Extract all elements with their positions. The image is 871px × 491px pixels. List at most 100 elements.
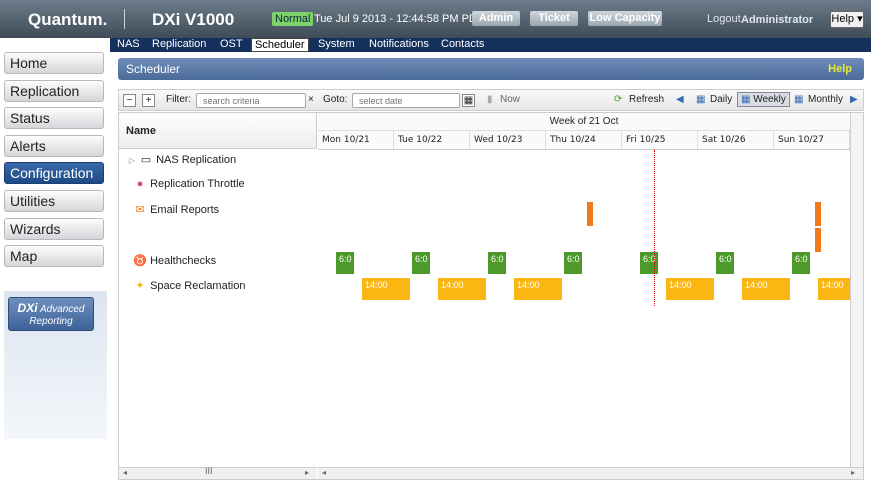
scroll-right-icon[interactable]: ▸	[305, 468, 309, 477]
sidebar-item-home[interactable]: Home	[4, 52, 104, 74]
expand-all-icon[interactable]: +	[142, 94, 155, 107]
help-menu[interactable]: Help ▾	[830, 11, 864, 28]
daily-icon: ▦	[696, 94, 706, 105]
day-header-tue: Tue 10/22	[394, 131, 470, 149]
clear-filter-icon[interactable]: ×	[308, 94, 314, 105]
reclamation-event[interactable]: 14:00	[438, 278, 486, 300]
weekly-icon: ▦	[741, 94, 754, 105]
name-column-header: Name	[119, 113, 317, 149]
sidebar-item-configuration[interactable]: Configuration	[4, 162, 104, 184]
day-header-sat: Sat 10/26	[698, 131, 774, 149]
reclamation-event[interactable]: 14:00	[818, 278, 850, 300]
system-datetime: Tue Jul 9 2013 - 12:44:58 PM PDT	[314, 13, 484, 25]
admin-button[interactable]: Admin	[472, 11, 520, 26]
vertical-scrollbar[interactable]	[850, 113, 863, 467]
dxi-advanced-reporting-button[interactable]: DXi Advanced Reporting	[8, 297, 94, 331]
sidebar-item-wizards[interactable]: Wizards	[4, 218, 104, 240]
folder-icon: ▭	[140, 154, 152, 166]
page-title: Scheduler	[126, 62, 181, 76]
ticket-button[interactable]: Ticket	[530, 11, 578, 26]
scroll-left-icon[interactable]: ◂	[322, 468, 326, 477]
healthcheck-event[interactable]: 6:0	[336, 252, 354, 274]
divider	[124, 9, 125, 29]
throttle-icon: ●	[136, 178, 144, 190]
reclamation-event[interactable]: 14:00	[666, 278, 714, 300]
content-header: Scheduler Help	[118, 58, 864, 80]
filter-input[interactable]	[196, 93, 306, 108]
help-link[interactable]: Help	[828, 63, 852, 75]
sidebar-item-alerts[interactable]: Alerts	[4, 135, 104, 157]
scroll-left-icon[interactable]: ◂	[123, 468, 127, 477]
healthcheck-event[interactable]: 6:0	[792, 252, 810, 274]
next-icon[interactable]: ▶	[850, 94, 858, 105]
reclamation-event[interactable]: 14:00	[742, 278, 790, 300]
email-report-event[interactable]	[587, 202, 593, 226]
logout-link[interactable]: Logout	[707, 13, 741, 25]
tree-row-space-reclamation[interactable]: ✦ Space Reclamation	[133, 279, 245, 295]
quantum-logo: Quantum.	[28, 10, 108, 29]
day-header-fri: Fri 10/25	[622, 131, 698, 149]
monthly-button[interactable]: Monthly	[808, 94, 843, 105]
row-label: Healthchecks	[150, 255, 217, 267]
day-header-thu: Thu 10/24	[546, 131, 622, 149]
top-banner: Quantum. DXi V1000 Normal Tue Jul 9 2013…	[0, 0, 871, 38]
daily-button[interactable]: Daily	[710, 94, 732, 105]
healthcheck-event[interactable]: 6:0	[488, 252, 506, 274]
email-report-event[interactable]	[815, 228, 821, 252]
product-name: DXi V1000	[152, 10, 235, 29]
name-column-scrollbar[interactable]: ◂ III ▸	[119, 466, 317, 479]
healthcheck-event[interactable]: 6:0	[716, 252, 734, 274]
scroll-right-icon[interactable]: ▸	[851, 468, 855, 477]
reporting-label-2: Reporting	[29, 316, 73, 327]
tree-row-email-reports[interactable]: ✉ Email Reports	[133, 203, 219, 219]
schedule-scrollbar[interactable]: ◂ ▸	[318, 467, 863, 479]
reporting-panel: DXi Advanced Reporting	[4, 291, 107, 439]
row-label: Replication Throttle	[150, 178, 245, 190]
tab-ost[interactable]: OST	[220, 38, 243, 52]
tab-contacts[interactable]: Contacts	[441, 38, 484, 52]
tree-row-replication-throttle[interactable]: ● Replication Throttle	[133, 178, 245, 194]
scheduler-grid: Name Week of 21 Oct Mon 10/21 Tue 10/22 …	[118, 112, 864, 480]
schedule-area[interactable]: 6:0 6:0 6:0 6:0 6:0 6:0 6:0 14:00 14:00 …	[318, 149, 850, 467]
goto-label: Goto:	[323, 94, 348, 105]
now-icon: ▮	[487, 94, 493, 105]
scroll-grip-icon[interactable]: III	[205, 466, 213, 476]
tab-replication[interactable]: Replication	[152, 38, 206, 52]
healthcheck-event[interactable]: 6:0	[412, 252, 430, 274]
goto-date-input[interactable]	[352, 93, 460, 108]
low-capacity-button[interactable]: Low Capacity	[588, 11, 662, 26]
weekly-label: Weekly	[753, 94, 786, 105]
reclamation-event[interactable]: 14:00	[514, 278, 562, 300]
now-button[interactable]: Now	[500, 94, 520, 105]
calendar-icon[interactable]: ▦	[462, 94, 475, 107]
refresh-button[interactable]: Refresh	[629, 94, 664, 105]
tab-nas[interactable]: NAS	[117, 38, 140, 52]
weekly-button[interactable]: ▦ Weekly	[737, 92, 790, 107]
previous-icon[interactable]: ◀	[676, 94, 684, 105]
day-header-wed: Wed 10/23	[470, 131, 546, 149]
reclamation-event[interactable]: 14:00	[362, 278, 410, 300]
tab-system[interactable]: System	[318, 38, 355, 52]
sidebar-item-utilities[interactable]: Utilities	[4, 190, 104, 212]
filter-label: Filter:	[166, 94, 191, 105]
broom-icon: ✦	[135, 280, 145, 292]
tab-scheduler[interactable]: Scheduler	[251, 38, 309, 52]
email-report-event[interactable]	[815, 202, 821, 226]
sidebar-item-status[interactable]: Status	[4, 107, 104, 129]
collapse-all-icon[interactable]: −	[123, 94, 136, 107]
expand-arrow-icon[interactable]: ▷	[125, 156, 139, 165]
stethoscope-icon: ♉	[133, 255, 147, 267]
tree-row-nas-replication[interactable]: ▷ ▭ NAS Replication	[125, 153, 236, 169]
healthcheck-event[interactable]: 6:0	[564, 252, 582, 274]
monthly-icon: ▦	[794, 94, 804, 105]
week-header: Week of 21 Oct	[318, 113, 850, 131]
sidebar-item-map[interactable]: Map	[4, 245, 104, 267]
row-label: NAS Replication	[156, 154, 237, 166]
day-header-sun: Sun 10/27	[774, 131, 850, 149]
refresh-icon[interactable]: ⟳	[614, 94, 622, 105]
healthcheck-event[interactable]: 6:0	[640, 252, 658, 274]
sidebar-item-replication[interactable]: Replication	[4, 80, 104, 102]
tab-notifications[interactable]: Notifications	[369, 38, 429, 52]
email-icon: ✉	[135, 204, 145, 216]
tree-row-healthchecks[interactable]: ♉ Healthchecks	[133, 254, 216, 270]
